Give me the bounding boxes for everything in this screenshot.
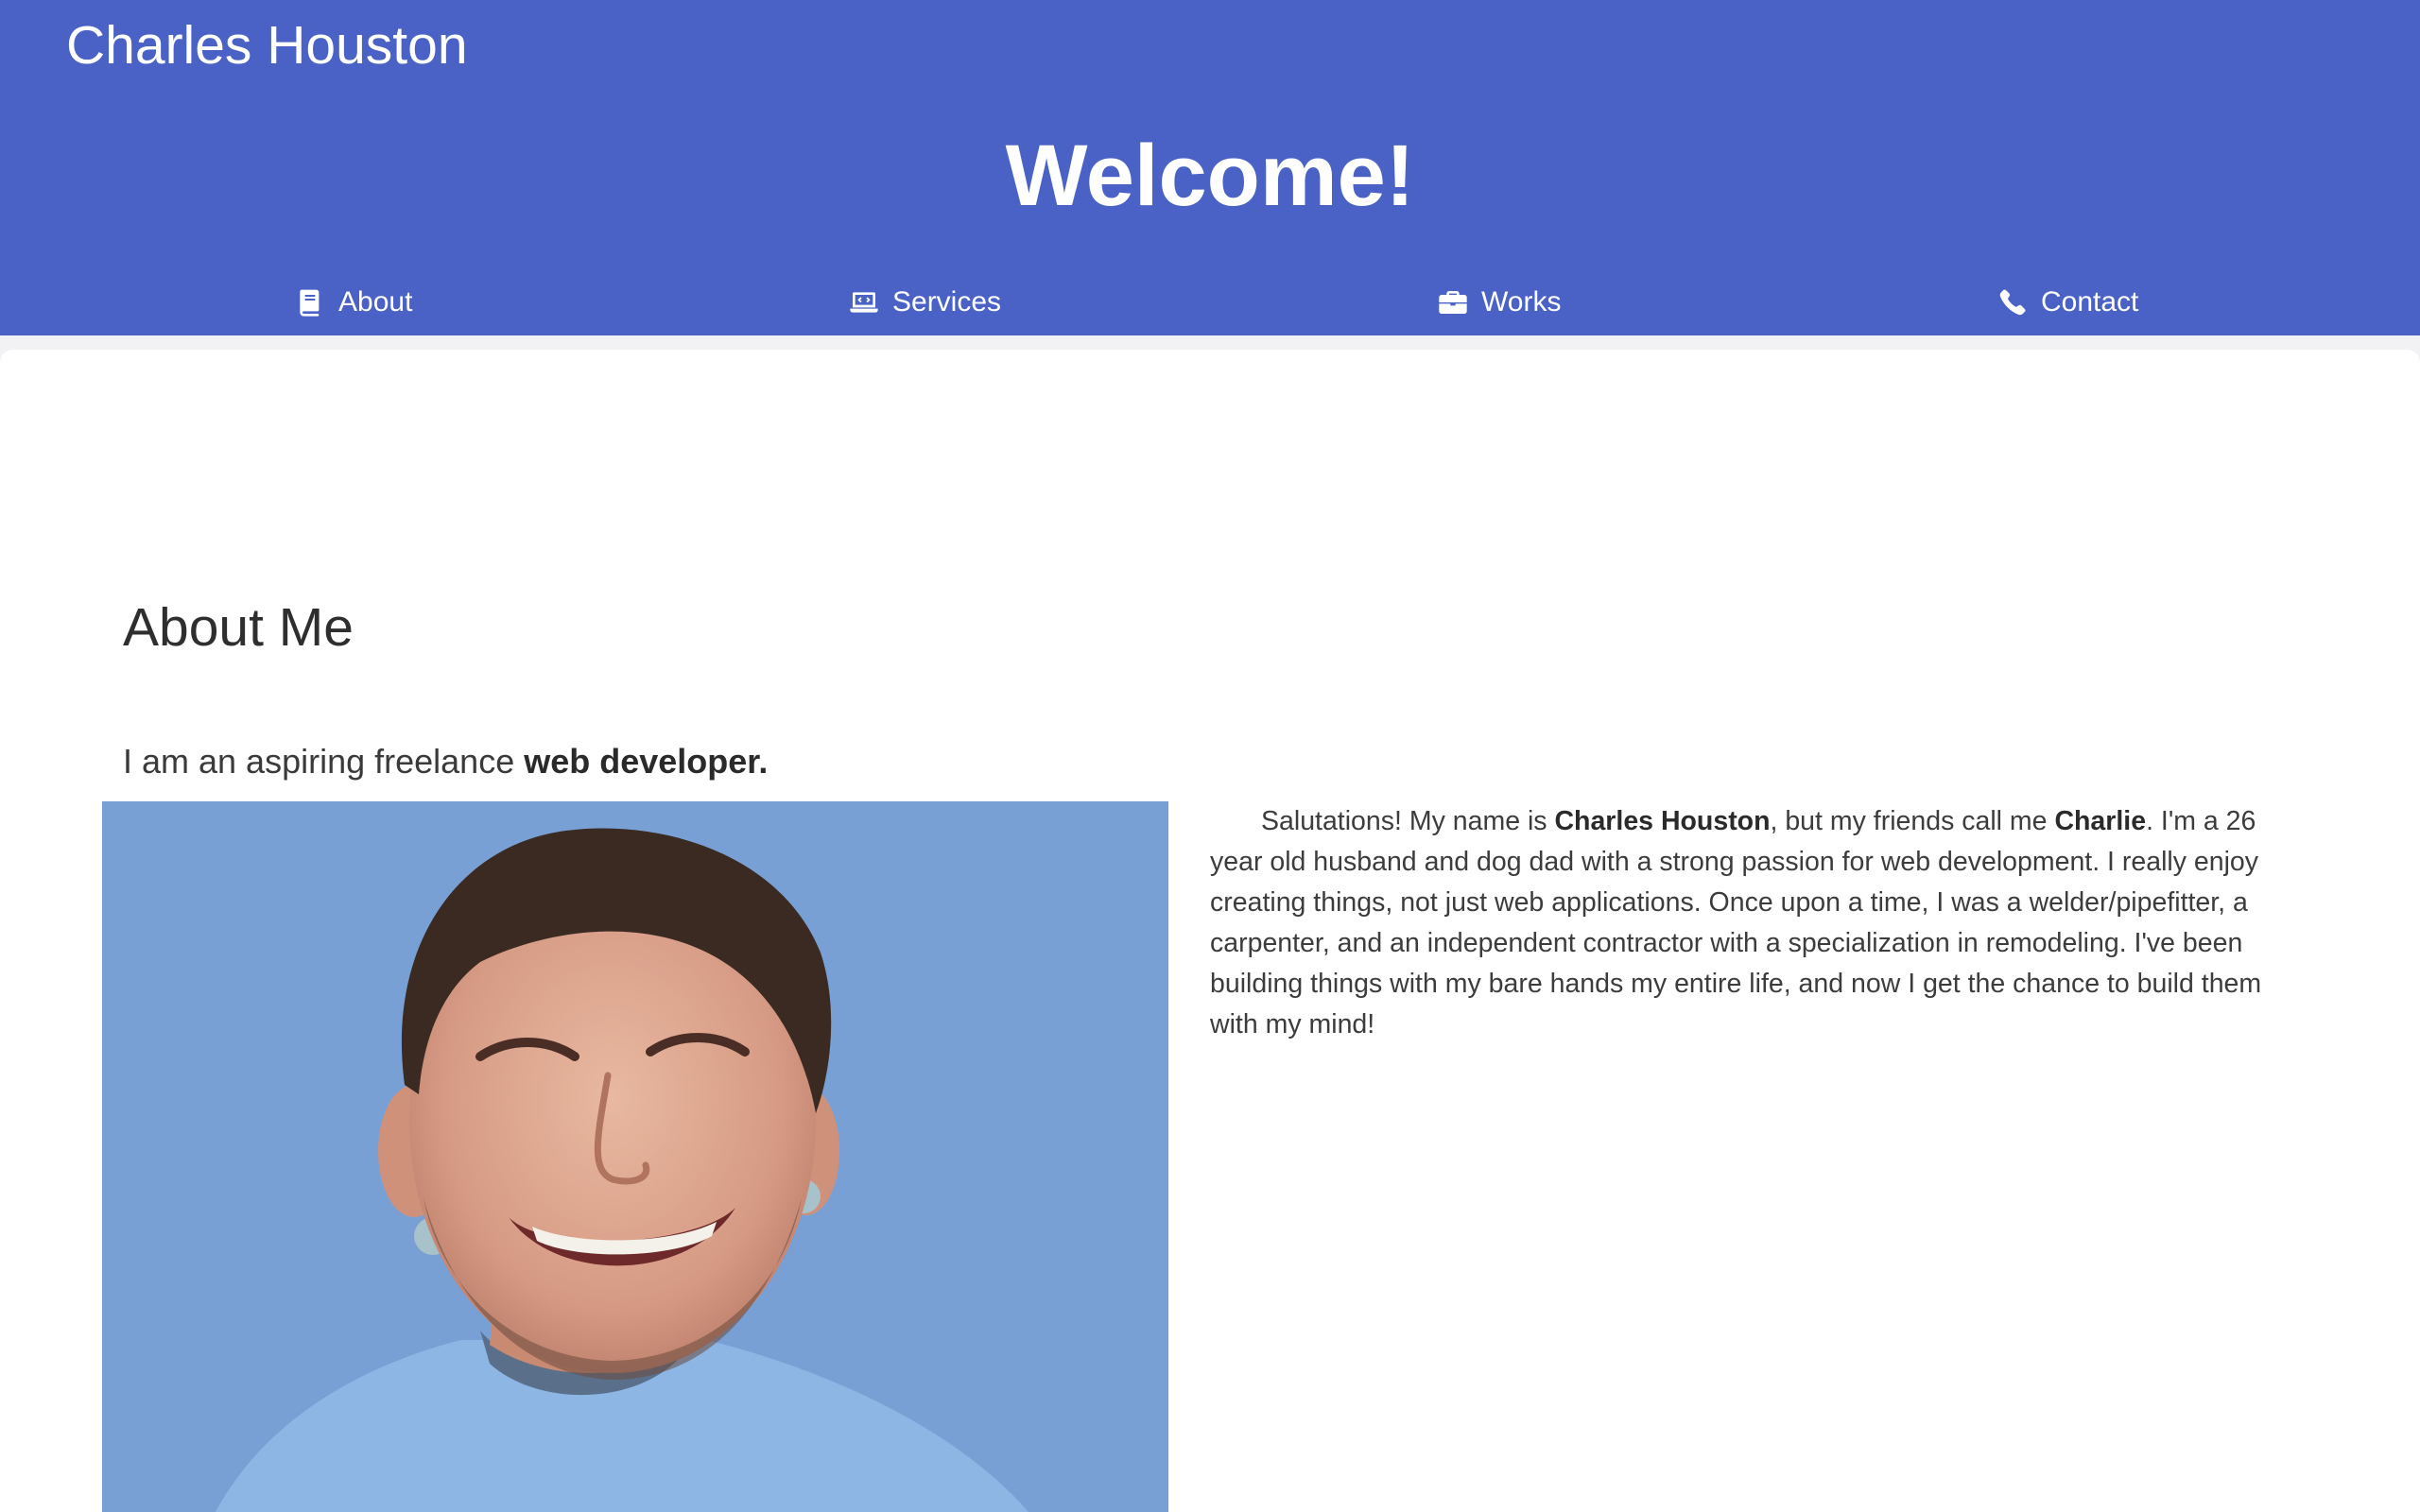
briefcase-icon (1439, 291, 1467, 314)
bio-name: Charles Houston (1554, 806, 1771, 836)
nav-label: Contact (2041, 286, 2139, 318)
phone-icon (1999, 289, 2026, 316)
bio-text: , but my friends call me (1770, 806, 2055, 836)
nav-label: Services (892, 286, 1002, 318)
laptop-code-icon (850, 292, 878, 313)
portrait-photo (102, 801, 1168, 1512)
site-header: Charles Houston Welcome! About Services … (0, 0, 2420, 335)
nav-item-about[interactable]: About (295, 279, 412, 326)
main-content: About Me I am an aspiring freelance web … (0, 350, 2420, 1512)
tagline: I am an aspiring freelance web developer… (123, 739, 768, 784)
bio-paragraph: Salutations! My name is Charles Houston,… (1210, 801, 2307, 1045)
nav-item-works[interactable]: Works (1438, 279, 1561, 326)
nav-label: About (338, 286, 413, 318)
nav-label: Works (1481, 286, 1562, 318)
tagline-text: I am an aspiring freelance (123, 742, 525, 781)
page-title: Welcome! (1005, 128, 1415, 224)
nav-item-services[interactable]: Services (849, 279, 1001, 326)
bio-text: Salutations! My name is (1261, 806, 1555, 836)
nav-item-contact[interactable]: Contact (1997, 279, 2138, 326)
main-nav: About Services Works Contact (0, 279, 2420, 326)
book-icon (300, 289, 320, 317)
site-name[interactable]: Charles Houston (66, 11, 468, 79)
portrait-illustration (102, 801, 1168, 1512)
bio-nickname: Charlie (2054, 806, 2147, 836)
tagline-emphasis: web developer. (524, 742, 769, 781)
section-title: About Me (123, 597, 354, 658)
bio-text: . I'm a 26 year old husband and dog dad … (1210, 806, 2262, 1040)
